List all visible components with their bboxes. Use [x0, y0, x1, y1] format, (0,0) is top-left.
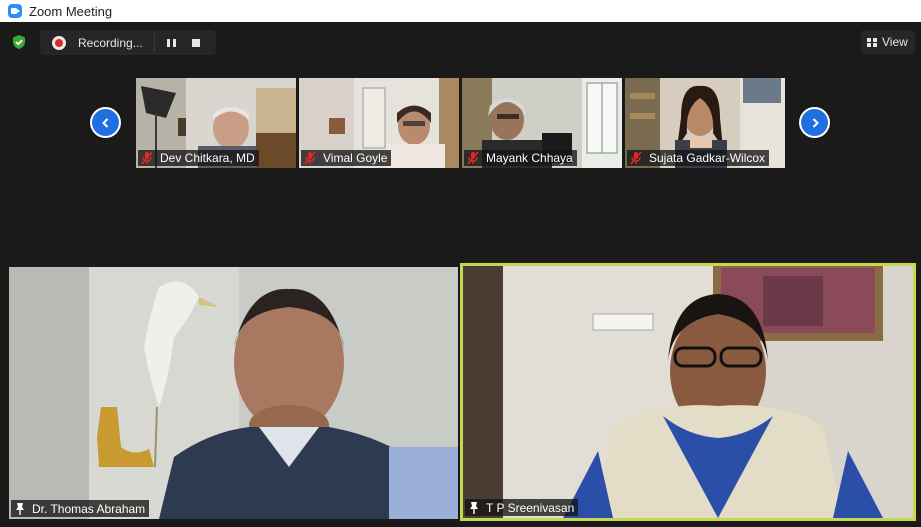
record-dot-icon	[52, 35, 66, 50]
window-titlebar: Zoom Meeting	[0, 0, 921, 22]
gallery-next-button[interactable]	[799, 107, 830, 138]
stop-recording-button[interactable]	[192, 38, 200, 47]
participant-video-tile[interactable]: T P Sreenivasan	[463, 266, 913, 518]
participant-name: T P Sreenivasan	[486, 500, 575, 515]
chevron-right-icon	[812, 117, 819, 128]
mic-muted-icon	[467, 151, 479, 165]
pause-recording-button[interactable]	[165, 37, 177, 49]
gallery-prev-button[interactable]	[90, 107, 121, 138]
participant-thumbnail[interactable]: Mayank Chhaya	[462, 78, 622, 168]
pin-icon	[470, 501, 478, 514]
participant-video	[463, 266, 913, 518]
participant-thumbnail[interactable]: Dev Chitkara, MD	[136, 78, 296, 168]
participant-nameplate: Dev Chitkara, MD	[138, 150, 259, 166]
participant-nameplate: Vimal Goyle	[301, 150, 392, 166]
participant-name: Dev Chitkara, MD	[160, 151, 255, 165]
participant-name: Vimal Goyle	[323, 151, 388, 165]
participant-video	[9, 267, 458, 519]
participant-nameplate: Dr. Thomas Abraham	[11, 500, 150, 517]
chevron-left-icon	[101, 117, 108, 128]
mic-muted-icon	[630, 151, 642, 165]
recording-indicator: Recording...	[40, 30, 216, 55]
mic-muted-icon	[304, 151, 316, 165]
zoom-logo-icon	[8, 4, 22, 18]
grid-view-icon	[867, 37, 877, 47]
participant-thumbnail[interactable]: Sujata Gadkar-Wilcox	[625, 78, 785, 168]
participant-video-tile[interactable]: Dr. Thomas Abraham	[9, 267, 458, 519]
participant-nameplate: Mayank Chhaya	[464, 150, 577, 166]
view-button[interactable]: View	[861, 30, 915, 54]
recording-label: Recording...	[78, 35, 143, 50]
participant-thumbnail[interactable]: Vimal Goyle	[299, 78, 459, 168]
pin-icon	[16, 502, 24, 515]
participant-name: Dr. Thomas Abraham	[32, 501, 146, 516]
window-title: Zoom Meeting	[29, 3, 113, 19]
participant-name: Sujata Gadkar-Wilcox	[649, 151, 766, 165]
divider	[154, 33, 155, 52]
participant-nameplate: Sujata Gadkar-Wilcox	[627, 150, 770, 166]
view-label: View	[882, 35, 908, 49]
mic-muted-icon	[141, 151, 153, 165]
participant-nameplate: T P Sreenivasan	[465, 499, 579, 516]
shield-check-icon[interactable]	[11, 34, 27, 50]
participant-name: Mayank Chhaya	[486, 151, 573, 165]
pause-icon	[166, 38, 170, 47]
